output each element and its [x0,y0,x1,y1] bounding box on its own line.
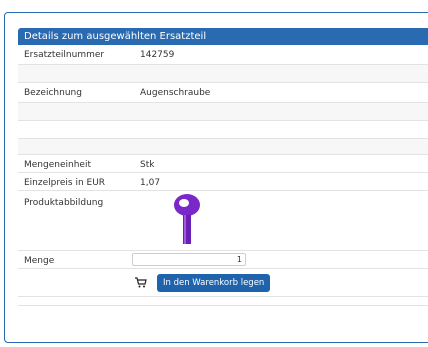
row-empty-2 [18,103,428,121]
quantity-input[interactable] [132,253,246,266]
row-add-to-cart: In den Warenkorb legen [18,269,428,297]
part-details-panel: Details zum ausgewählten Ersatzteil Ersa… [18,28,428,306]
price-label: Einzelpreis in EUR [24,178,106,188]
part-number-value: 142759 [140,50,175,60]
row-empty-3 [18,121,428,139]
designation-value: Augenschraube [140,88,211,98]
product-image [174,194,200,244]
part-number-label: Ersatzteilnummer [24,50,105,60]
unit-label: Mengeneinheit [24,160,91,170]
add-to-cart-button[interactable]: In den Warenkorb legen [157,274,271,292]
designation-label: Bezeichnung [24,88,82,98]
row-product-image: Produktabbildung [18,191,428,251]
shopping-cart-icon[interactable] [135,277,147,288]
row-part-number: Ersatzteilnummer 142759 [18,45,428,65]
product-image-label: Produktabbildung [24,198,104,208]
unit-value: Stk [140,160,155,170]
row-empty-4 [18,139,428,155]
panel-bottom-divider [18,297,428,306]
row-empty-1 [18,65,428,83]
row-price: Einzelpreis in EUR 1,07 [18,173,428,191]
price-value: 1,07 [140,178,161,188]
row-unit: Mengeneinheit Stk [18,155,428,173]
quantity-label: Menge [24,256,55,266]
panel-title: Details zum ausgewählten Ersatzteil [18,28,428,45]
row-designation: Bezeichnung Augenschraube [18,83,428,103]
row-quantity: Menge [18,251,428,269]
